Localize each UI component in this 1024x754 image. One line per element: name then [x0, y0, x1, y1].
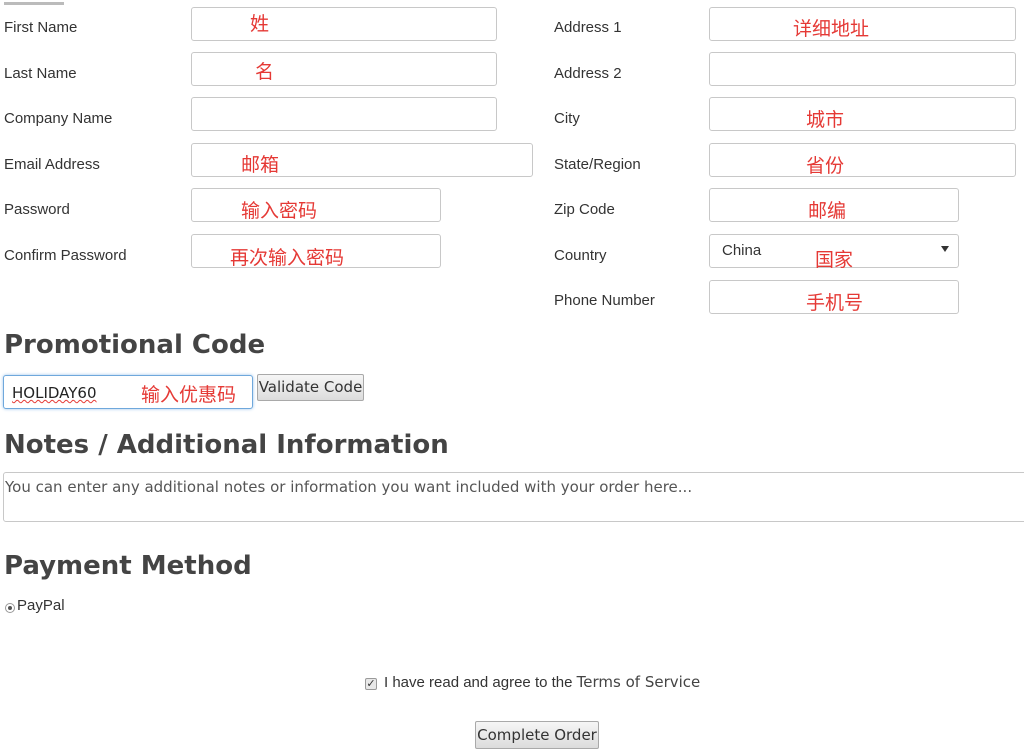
- promo-code-input[interactable]: HOLIDAY60: [3, 375, 253, 409]
- state-region-input[interactable]: [709, 143, 1016, 177]
- company-name-input[interactable]: [191, 97, 497, 131]
- promo-code-value: HOLIDAY60: [12, 384, 97, 402]
- paypal-radio[interactable]: [5, 603, 15, 613]
- zip-code-label: Zip Code: [554, 201, 615, 218]
- terms-checkbox[interactable]: ✓: [365, 678, 377, 690]
- city-label: City: [554, 110, 580, 127]
- last-name-label: Last Name: [4, 65, 77, 82]
- notes-heading: Notes / Additional Information: [4, 430, 449, 460]
- complete-order-button[interactable]: Complete Order: [475, 721, 599, 749]
- terms-text: I have read and agree to the Terms of Se…: [384, 673, 700, 691]
- country-selected-value: China: [722, 242, 762, 259]
- country-select[interactable]: China: [709, 234, 959, 268]
- confirm-password-input[interactable]: [191, 234, 441, 268]
- password-input[interactable]: [191, 188, 441, 222]
- country-label: Country: [554, 247, 607, 264]
- chevron-down-icon: [941, 246, 949, 252]
- address-1-label: Address 1: [554, 19, 622, 36]
- email-address-input[interactable]: [191, 143, 533, 177]
- address-2-input[interactable]: [709, 52, 1016, 86]
- phone-number-label: Phone Number: [554, 292, 655, 309]
- payment-heading: Payment Method: [4, 551, 252, 581]
- top-cutoff-text: [4, 0, 64, 5]
- state-region-label: State/Region: [554, 156, 641, 173]
- zip-code-input[interactable]: [709, 188, 959, 222]
- promo-heading: Promotional Code: [4, 330, 266, 360]
- email-address-label: Email Address: [4, 156, 100, 173]
- last-name-input[interactable]: [191, 52, 497, 86]
- first-name-label: First Name: [4, 19, 78, 36]
- address-2-label: Address 2: [554, 65, 622, 82]
- phone-number-input[interactable]: [709, 280, 959, 314]
- notes-textarea[interactable]: You can enter any additional notes or in…: [3, 472, 1024, 522]
- confirm-password-label: Confirm Password: [4, 247, 127, 264]
- city-input[interactable]: [709, 97, 1016, 131]
- paypal-label: PayPal: [17, 597, 65, 614]
- address-1-input[interactable]: [709, 7, 1016, 41]
- notes-placeholder: You can enter any additional notes or in…: [5, 478, 693, 496]
- terms-text-label: I have read and agree to the: [384, 674, 573, 691]
- company-name-label: Company Name: [4, 110, 113, 127]
- first-name-input[interactable]: [191, 7, 497, 41]
- terms-of-service-link[interactable]: Terms of Service: [577, 673, 701, 691]
- validate-code-button[interactable]: Validate Code: [257, 374, 364, 401]
- password-label: Password: [4, 201, 70, 218]
